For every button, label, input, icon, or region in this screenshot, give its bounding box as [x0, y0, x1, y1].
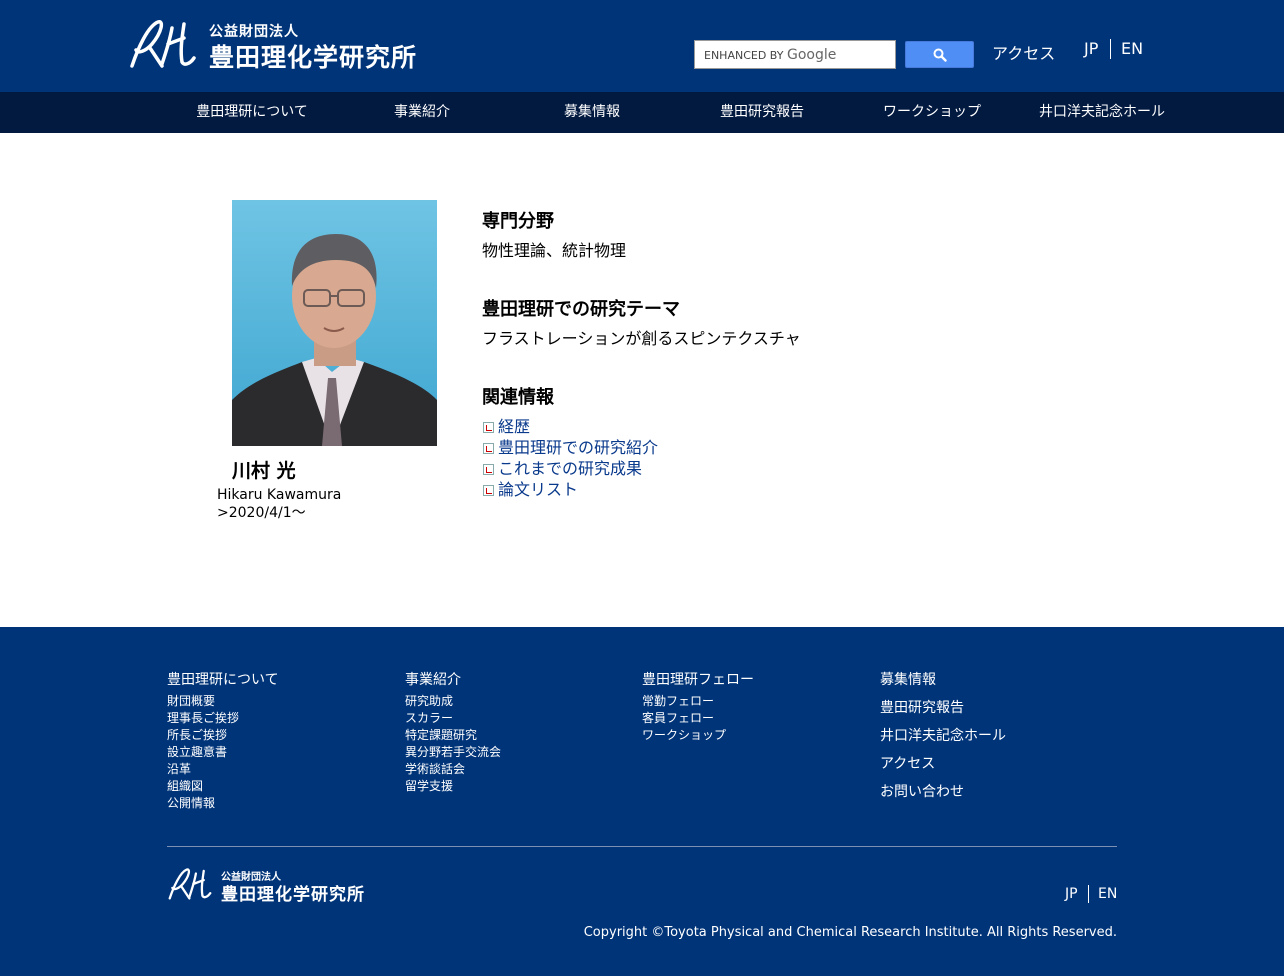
logo-mark-icon — [168, 868, 212, 900]
footer-link[interactable]: 異分野若手交流会 — [405, 743, 501, 760]
footer-divider — [167, 846, 1117, 847]
footer-reports-link[interactable]: 豊田研究報告 — [880, 697, 964, 717]
logo-mark-icon — [130, 20, 196, 68]
search-icon — [933, 48, 947, 62]
related-link-label: 論文リスト — [498, 480, 579, 499]
footer-lang-jp-link[interactable]: JP — [1065, 886, 1078, 902]
footer-link[interactable]: 学術談話会 — [405, 760, 465, 777]
footer-link[interactable]: 財団概要 — [167, 692, 215, 709]
footer-link[interactable]: 設立趣意書 — [167, 743, 227, 760]
footer-link[interactable]: 研究助成 — [405, 692, 453, 709]
pdf-icon — [483, 485, 494, 496]
search-input[interactable]: ENHANCED BY Google — [694, 40, 896, 69]
footer-link[interactable]: 特定課題研究 — [405, 726, 477, 743]
site-logo[interactable]: 公益財団法人 豊田理化学研究所 — [128, 18, 428, 72]
profile-period: >2020/4/1～ — [217, 505, 306, 521]
lang-divider — [1110, 39, 1111, 59]
footer-recruit-link[interactable]: 募集情報 — [880, 669, 936, 689]
profile-name-en: Hikaru Kawamura — [217, 487, 342, 503]
field-heading: 専門分野 — [482, 211, 554, 232]
footer-link[interactable]: 公開情報 — [167, 794, 215, 811]
nav-item-business[interactable]: 事業紹介 — [337, 92, 507, 133]
nav-item-about[interactable]: 豊田理研について — [167, 92, 337, 133]
nav-item-hall[interactable]: 井口洋夫記念ホール — [1017, 92, 1187, 133]
footer-link[interactable]: スカラー — [405, 709, 453, 726]
theme-text: フラストレーションが創るスピンテクスチャ — [482, 329, 801, 348]
pdf-icon — [483, 464, 494, 475]
footer-access-link[interactable]: アクセス — [880, 753, 935, 773]
nav-item-recruit[interactable]: 募集情報 — [507, 92, 677, 133]
nav-item-reports[interactable]: 豊田研究報告 — [677, 92, 847, 133]
field-text: 物性理論、統計物理 — [482, 241, 627, 260]
nav-item-workshop[interactable]: ワークショップ — [847, 92, 1017, 133]
footer-link[interactable]: 所長ご挨拶 — [167, 726, 227, 743]
logo-title: 豊田理化学研究所 — [209, 43, 418, 72]
theme-heading: 豊田理研での研究テーマ — [482, 299, 680, 320]
site-header: 公益財団法人 豊田理化学研究所 ENHANCED BY Google アクセス … — [0, 0, 1284, 92]
footer-link[interactable]: 沿革 — [167, 760, 191, 777]
site-footer: 豊田理研について 財団概要 理事長ご挨拶 所長ご挨拶 設立趣意書 沿革 組織図 … — [0, 627, 1284, 976]
copyright-text: Copyright ©Toyota Physical and Chemical … — [583, 925, 1117, 940]
profile-photo — [232, 200, 437, 446]
pdf-icon — [483, 443, 494, 454]
footer-hall-link[interactable]: 井口洋夫記念ホール — [880, 725, 1006, 745]
footer-link[interactable]: 留学支援 — [405, 777, 453, 794]
lang-jp-link[interactable]: JP — [1084, 39, 1098, 58]
footer-logo[interactable]: 公益財団法人 豊田理化学研究所 — [167, 867, 377, 905]
profile-name: 川村 光 — [232, 460, 296, 482]
search-button[interactable] — [905, 41, 974, 68]
lang-en-link[interactable]: EN — [1121, 39, 1143, 58]
footer-business-heading[interactable]: 事業紹介 — [405, 669, 461, 689]
footer-lang-divider — [1088, 885, 1089, 903]
access-link[interactable]: アクセス — [992, 40, 1055, 64]
search-placeholder: ENHANCED BY Google — [704, 47, 836, 63]
footer-about-heading[interactable]: 豊田理研について — [167, 669, 279, 689]
footer-lang-en-link[interactable]: EN — [1098, 886, 1117, 902]
search-placeholder-brand: Google — [786, 47, 837, 63]
footer-fellow-heading[interactable]: 豊田理研フェロー — [642, 669, 754, 689]
footer-link[interactable]: ワークショップ — [642, 726, 726, 743]
footer-logo-title: 豊田理化学研究所 — [221, 885, 365, 905]
footer-contact-link[interactable]: お問い合わせ — [880, 781, 964, 801]
related-heading: 関連情報 — [482, 387, 554, 408]
footer-link[interactable]: 理事長ご挨拶 — [167, 709, 239, 726]
footer-link[interactable]: 常勤フェロー — [642, 692, 714, 709]
footer-link[interactable]: 客員フェロー — [642, 709, 714, 726]
main-nav: 豊田理研について 事業紹介 募集情報 豊田研究報告 ワークショップ 井口洋夫記念… — [0, 92, 1284, 133]
footer-link[interactable]: 組織図 — [167, 777, 203, 794]
pdf-icon — [483, 422, 494, 433]
search-placeholder-prefix: ENHANCED BY — [704, 49, 784, 62]
related-link-papers[interactable]: 論文リスト — [483, 476, 578, 500]
